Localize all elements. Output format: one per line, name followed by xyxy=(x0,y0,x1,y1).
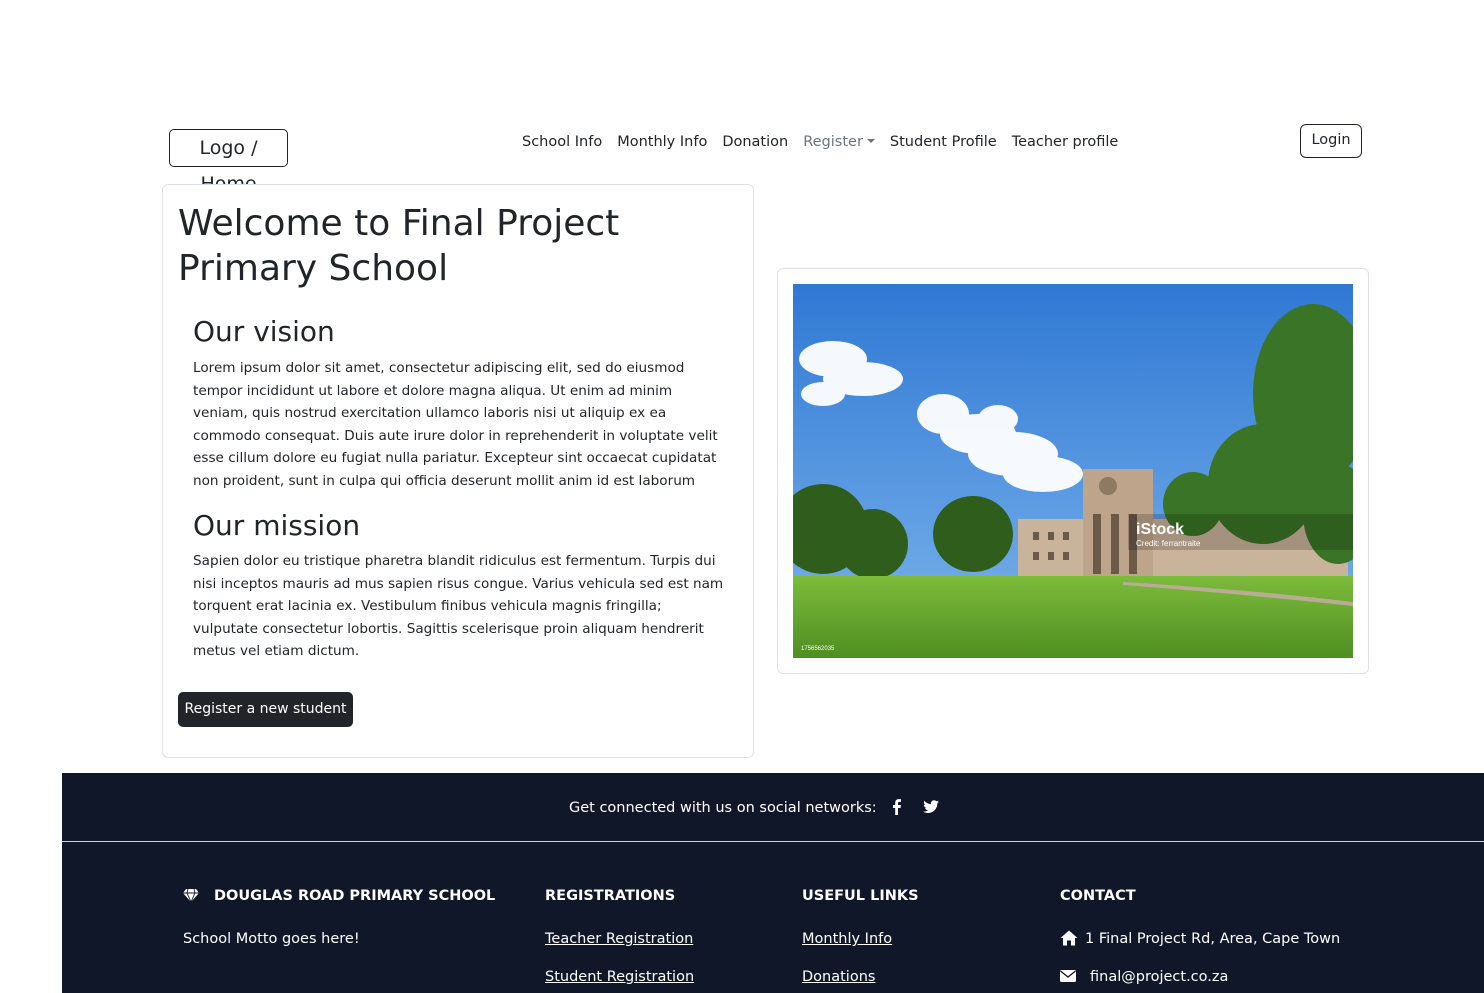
nav-teacher-profile[interactable]: Teacher profile xyxy=(1012,131,1119,153)
nav-register-dropdown[interactable]: Register xyxy=(803,131,875,153)
envelope-icon xyxy=(1060,970,1076,982)
nav-school-info[interactable]: School Info xyxy=(522,131,602,153)
student-registration-link[interactable]: Student Registration xyxy=(545,967,694,987)
footer-contact-heading: CONTACT xyxy=(1060,888,1136,904)
home-icon xyxy=(1060,930,1078,946)
mission-text: Sapien dolor eu tristique pharetra bland… xyxy=(193,553,724,659)
vision-heading: Our vision xyxy=(193,315,335,348)
watermark-brand: iStock xyxy=(1136,521,1184,538)
monthly-info-link[interactable]: Monthly Info xyxy=(802,929,892,949)
watermark-credit: Credit: ferrantraite xyxy=(1136,539,1201,548)
facebook-icon[interactable] xyxy=(888,798,906,816)
teacher-registration-link[interactable]: Teacher Registration xyxy=(545,929,693,949)
twitter-icon[interactable] xyxy=(922,798,940,816)
watermark-id: 1756562035 xyxy=(801,646,835,652)
contact-address: 1 Final Project Rd, Area, Cape Town xyxy=(1085,931,1341,947)
gem-icon xyxy=(183,888,199,902)
social-text: Get connected with us on social networks… xyxy=(569,800,877,816)
donations-link[interactable]: Donations xyxy=(802,967,875,987)
logo-home-button[interactable]: Logo / Home xyxy=(169,129,288,195)
footer-divider xyxy=(62,841,1484,842)
login-button[interactable]: Login xyxy=(1300,124,1362,158)
vision-text: Lorem ipsum dolor sit amet, consectetur … xyxy=(193,360,718,489)
footer-school-heading: DOUGLAS ROAD PRIMARY SCHOOL xyxy=(214,888,496,904)
nav-monthly-info[interactable]: Monthly Info xyxy=(617,131,707,153)
nav-register-label: Register xyxy=(803,134,863,150)
nav-student-profile[interactable]: Student Profile xyxy=(890,131,997,153)
school-photo: iStock Credit: ferrantraite 1756562035 xyxy=(793,284,1353,658)
contact-email: final@project.co.za xyxy=(1090,969,1229,985)
caret-down-icon xyxy=(866,139,875,143)
page-title: Welcome to Final Project Primary School xyxy=(178,203,620,289)
footer-registrations-heading: REGISTRATIONS xyxy=(545,888,676,904)
register-student-button[interactable]: Register a new student xyxy=(178,692,353,727)
main-nav: School Info Monthly Info Donation Regist… xyxy=(522,131,1118,153)
nav-donation[interactable]: Donation xyxy=(722,131,788,153)
footer-useful-links-heading: USEFUL LINKS xyxy=(802,888,919,904)
mission-heading: Our mission xyxy=(193,509,361,542)
school-motto: School Motto goes here! xyxy=(183,931,360,947)
